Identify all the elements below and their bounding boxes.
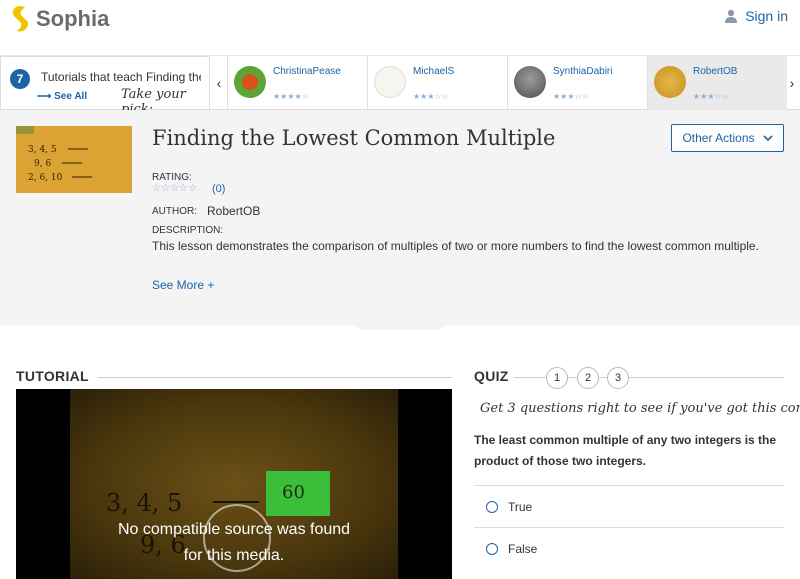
video-error-line-1: No compatible source was found xyxy=(117,521,351,538)
tutorials-bar: 7 Tutorials that teach Finding the ⟶ See… xyxy=(0,56,800,117)
svg-text:3, 4, 5: 3, 4, 5 xyxy=(28,145,57,155)
tutorial-author: MichaelS xyxy=(413,66,455,77)
lesson-title: Finding the Lowest Common Multiple xyxy=(152,126,556,150)
next-tutorials-button[interactable]: › xyxy=(784,56,800,110)
see-all-link[interactable]: ⟶ See All xyxy=(37,91,87,102)
tutorial-thumbnail xyxy=(654,66,686,98)
quiz-option-label: True xyxy=(508,499,533,514)
video-board-text-1: 3, 4, 5 xyxy=(106,489,183,517)
lesson-info-panel: 3, 4, 5 9, 6 2, 6, 10 Finding the Lowest… xyxy=(0,110,800,325)
video-board-arrow xyxy=(213,501,259,503)
chevron-down-icon xyxy=(762,135,773,142)
tutorial-heading: TUTORIAL xyxy=(16,368,89,384)
tutorial-thumbnail xyxy=(514,66,546,98)
tutorial-card-synthiadabiri[interactable]: SynthiaDabiri ★★★☆☆ xyxy=(507,56,647,110)
description-label: DESCRIPTION: xyxy=(152,225,224,236)
see-all-label: See All xyxy=(54,91,88,102)
tutorial-rating-stars: ★★★★☆ xyxy=(273,92,309,101)
quiz-question-1-button[interactable]: 1 xyxy=(546,367,568,389)
tutorial-heading-rule xyxy=(98,377,452,378)
tutorial-card-michaels[interactable]: MichaelS ★★★☆☆ xyxy=(367,56,507,110)
sophia-logo[interactable]: Sophia xyxy=(10,5,109,33)
tutorial-card-christinapease[interactable]: ChristinaPease ★★★★☆ xyxy=(227,56,367,110)
author-label: AUTHOR: xyxy=(152,206,197,217)
arrow-right-icon: ⟶ xyxy=(37,91,52,102)
rating-stars[interactable]: ☆☆☆☆☆ xyxy=(152,183,197,194)
lesson-thumbnail: 3, 4, 5 9, 6 2, 6, 10 xyxy=(16,126,132,193)
video-error-message: No compatible source was found for this … xyxy=(16,517,452,569)
radio-button[interactable] xyxy=(486,542,498,555)
tutorial-thumbnail xyxy=(374,66,406,98)
quiz-question-text: The least common multiple of any two int… xyxy=(474,433,777,468)
sign-in-label: Sign in xyxy=(745,8,788,24)
quiz-option-label: False xyxy=(508,541,538,556)
rating-label: RATING: xyxy=(152,172,192,183)
panel-divider-tab xyxy=(352,322,448,330)
top-bar: Sophia Sign in xyxy=(0,0,800,56)
tutorial-author: SynthiaDabiri xyxy=(553,66,613,77)
quiz-option-false[interactable]: False xyxy=(474,527,784,569)
tutorial-author: RobertOB xyxy=(693,66,738,77)
tutorial-rating-stars: ★★★☆☆ xyxy=(553,92,589,101)
chevron-left-icon: ‹ xyxy=(216,75,222,91)
radio-button[interactable] xyxy=(486,500,498,513)
quiz-question-2-button[interactable]: 2 xyxy=(577,367,599,389)
quiz-heading: QUIZ xyxy=(474,368,509,384)
tutorial-card-robertob[interactable]: RobertOB ★★★☆☆ xyxy=(647,56,787,110)
tutorial-rating-stars: ★★★☆☆ xyxy=(413,92,449,101)
sign-in-link[interactable]: Sign in xyxy=(725,8,788,24)
svg-text:9, 6: 9, 6 xyxy=(34,159,51,169)
prev-tutorials-button[interactable]: ‹ xyxy=(211,56,227,110)
video-player[interactable]: 60 3, 4, 5 9, 6 No compatible source was… xyxy=(16,389,452,579)
tutorials-summary: 7 Tutorials that teach Finding the ⟶ See… xyxy=(0,56,210,117)
tutorial-thumbnail xyxy=(234,66,266,98)
video-sticky-text: 60 xyxy=(282,482,305,503)
author-name: RobertOB xyxy=(207,204,261,218)
quiz-question-3-button[interactable]: 3 xyxy=(607,367,629,389)
user-icon xyxy=(725,9,738,23)
chevron-right-icon: › xyxy=(789,75,795,91)
logo-text: Sophia xyxy=(36,6,110,31)
svg-text:2, 6, 10: 2, 6, 10 xyxy=(28,173,63,183)
quiz-option-true[interactable]: True xyxy=(474,485,784,527)
lesson-thumbnail-image: 3, 4, 5 9, 6 2, 6, 10 xyxy=(16,126,132,193)
video-error-line-2: for this media. xyxy=(183,547,285,564)
quiz-prompt: Get 3 questions right to see if you've g… xyxy=(480,401,800,416)
sophia-logo-icon xyxy=(12,6,29,32)
tutorial-rating-stars: ★★★☆☆ xyxy=(693,92,729,101)
other-actions-button[interactable]: Other Actions xyxy=(671,124,784,152)
tutorial-count-badge: 7 xyxy=(10,69,30,89)
tutorials-title: Tutorials that teach Finding the xyxy=(41,70,201,84)
description-text: This lesson demonstrates the comparison … xyxy=(152,239,759,253)
other-actions-label: Other Actions xyxy=(682,131,755,145)
rating-count: (0) xyxy=(212,183,226,195)
see-more-link[interactable]: See More + xyxy=(152,278,214,292)
tutorial-author: ChristinaPease xyxy=(273,66,341,77)
